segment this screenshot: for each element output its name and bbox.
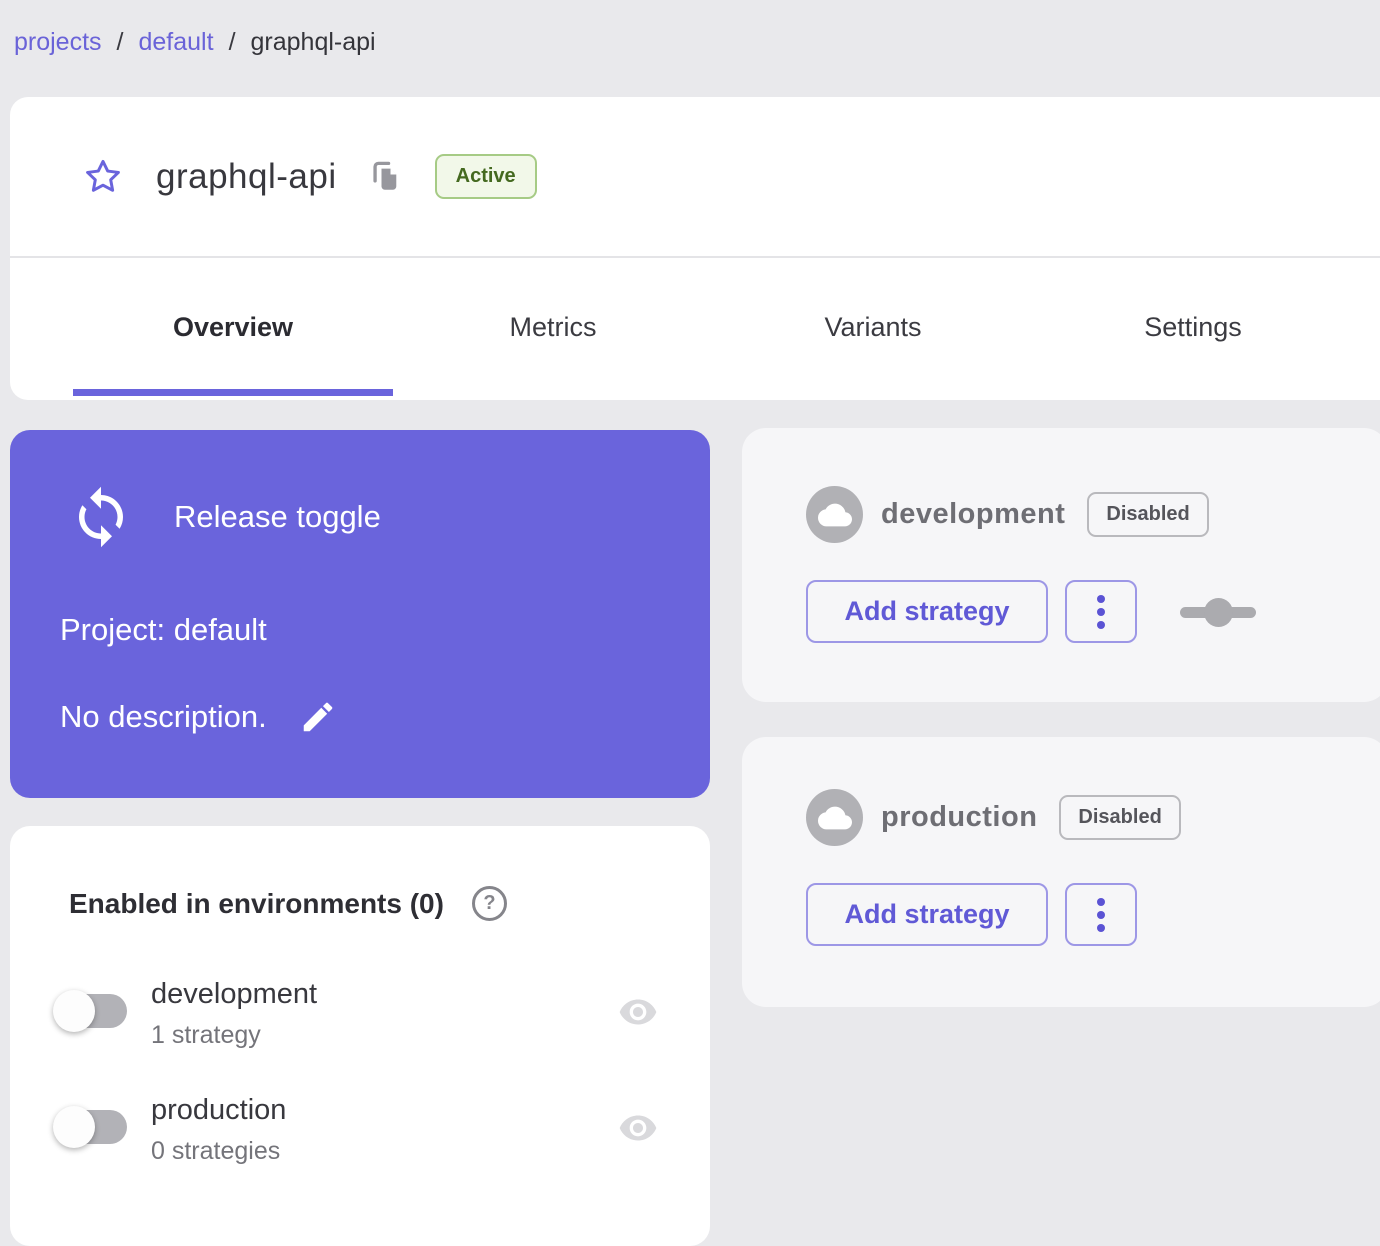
enabled-environments-card: Enabled in environments (0) ? developmen…	[10, 826, 710, 1246]
toggle-project-label: Project: default	[60, 612, 267, 647]
tab-overview[interactable]: Overview	[73, 258, 393, 396]
environment-more-options-button[interactable]	[1065, 883, 1137, 946]
page-title: graphql-api	[156, 156, 337, 196]
environment-controls: Add strategy	[806, 580, 1256, 643]
breadcrumb: projects / default / graphql-api	[14, 28, 376, 57]
add-strategy-button[interactable]: Add strategy	[806, 580, 1048, 643]
feature-header-card: graphql-api Active Overview Metrics Vari…	[10, 97, 1380, 400]
kebab-icon	[1097, 594, 1105, 603]
status-badge: Active	[434, 154, 537, 199]
favorite-button[interactable]	[82, 156, 124, 198]
environment-row-name: production	[151, 1094, 287, 1126]
environment-toggle-row-development: development 1 strategy	[53, 978, 317, 1050]
environment-more-options-button[interactable]	[1065, 580, 1137, 643]
breadcrumb-link-default[interactable]: default	[139, 28, 214, 57]
environment-status-chip: Disabled	[1059, 795, 1181, 840]
environment-header: development Disabled	[806, 486, 1209, 543]
eye-icon	[619, 999, 657, 1025]
copy-name-button[interactable]	[369, 159, 403, 195]
environment-status-chip: Disabled	[1087, 492, 1209, 537]
edit-description-button[interactable]	[299, 698, 337, 736]
release-toggle-sync-icon	[79, 486, 123, 548]
enabled-environments-title: Enabled in environments (0)	[69, 887, 444, 919]
environment-row-name: development	[151, 978, 318, 1010]
enabled-environments-heading-row: Enabled in environments (0) ?	[69, 886, 507, 921]
visibility-toggle-production[interactable]	[618, 1108, 658, 1148]
environment-header: production Disabled	[806, 789, 1181, 846]
environment-toggle-production[interactable]	[53, 1104, 129, 1150]
toggle-description-row: No description.	[60, 698, 337, 736]
rollout-strategy-icon[interactable]	[1180, 597, 1256, 627]
toggle-overview-card: Release toggle Project: default No descr…	[10, 430, 710, 798]
environment-avatar	[806, 789, 863, 846]
environment-card-development: development Disabled Add strategy	[742, 428, 1380, 702]
tab-variants[interactable]: Variants	[713, 258, 1033, 396]
environment-name: development	[881, 498, 1066, 530]
tab-metrics[interactable]: Metrics	[393, 258, 713, 396]
environment-avatar	[806, 486, 863, 543]
environment-row-strategies: 1 strategy	[151, 1021, 261, 1049]
environment-name: production	[881, 801, 1038, 833]
cloud-icon	[817, 503, 852, 526]
tab-settings[interactable]: Settings	[1033, 258, 1353, 396]
breadcrumb-separator: /	[116, 28, 124, 56]
help-icon[interactable]: ?	[471, 886, 507, 921]
visibility-toggle-development[interactable]	[618, 992, 658, 1032]
breadcrumb-separator: /	[228, 28, 236, 56]
breadcrumb-link-projects[interactable]: projects	[14, 28, 102, 57]
active-tab-indicator	[73, 389, 393, 396]
feature-title-row: graphql-api Active	[10, 97, 1380, 258]
star-outline-icon	[86, 159, 120, 192]
pencil-icon	[303, 702, 333, 732]
environment-toggle-row-production: production 0 strategies	[53, 1094, 286, 1166]
toggle-type-row: Release toggle	[68, 484, 381, 550]
toggle-type-label: Release toggle	[174, 499, 381, 534]
environment-controls: Add strategy	[806, 883, 1137, 946]
environment-card-production: production Disabled Add strategy	[742, 737, 1380, 1007]
eye-icon	[619, 1115, 657, 1141]
tabs-bar: Overview Metrics Variants Settings	[10, 258, 1380, 396]
add-strategy-button[interactable]: Add strategy	[806, 883, 1048, 946]
toggle-description-text: No description.	[60, 699, 267, 734]
kebab-icon	[1097, 897, 1105, 906]
copy-icon	[373, 161, 397, 190]
cloud-icon	[817, 806, 852, 829]
environment-row-strategies: 0 strategies	[151, 1137, 281, 1165]
breadcrumb-current: graphql-api	[250, 28, 376, 56]
environment-toggle-development[interactable]	[53, 988, 129, 1034]
